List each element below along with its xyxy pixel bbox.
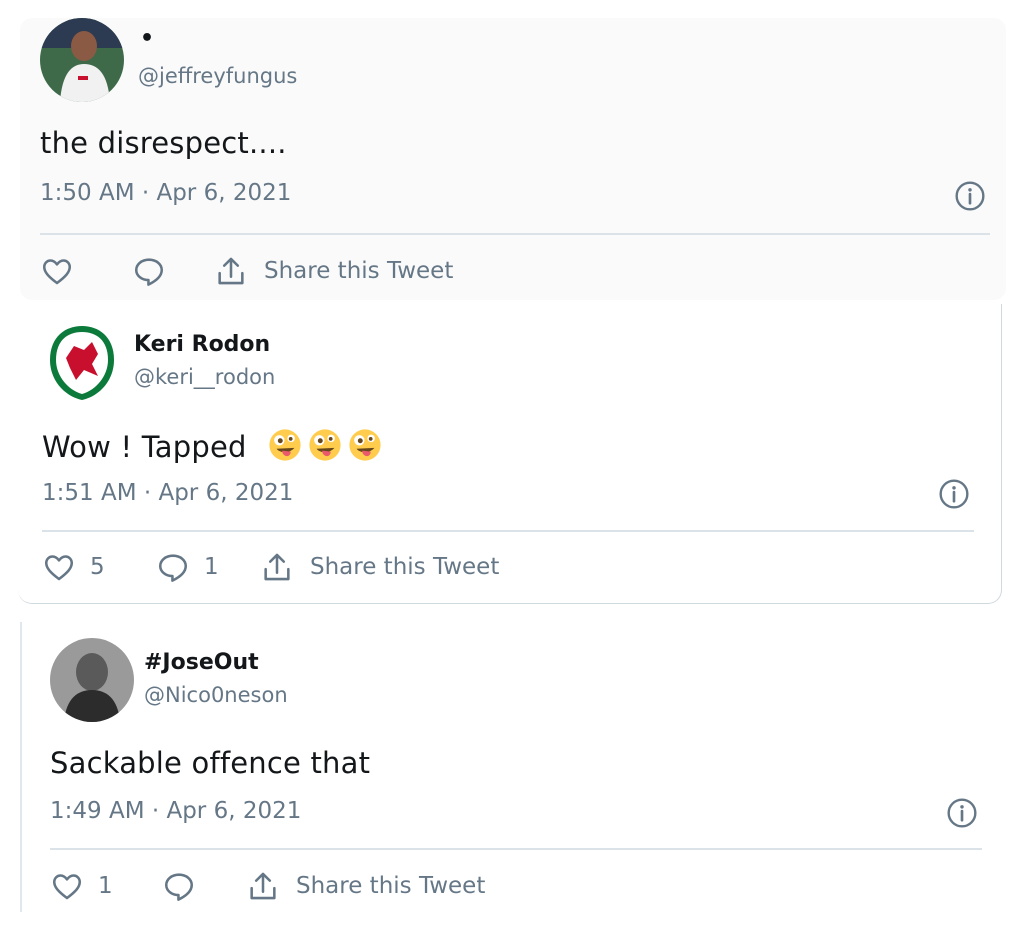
share-label: Share this Tweet — [310, 554, 500, 580]
tweet-card: #JoseOut @Nico0neson Sackable offence th… — [20, 622, 1006, 912]
tweet-text-content: Wow ! Tapped — [42, 430, 247, 464]
reply-count: 1 — [204, 554, 219, 580]
share-label: Share this Tweet — [264, 258, 454, 284]
reply-icon — [156, 550, 190, 584]
tweet-timestamp[interactable]: 1:49 AM · Apr 6, 2021 — [50, 798, 301, 824]
info-icon[interactable] — [946, 797, 978, 829]
divider — [42, 530, 974, 532]
zany-face-emoji-icon — [268, 428, 302, 462]
share-icon — [214, 254, 248, 288]
info-icon[interactable] — [954, 180, 986, 212]
tweet-card: Keri Rodon @keri__rodon Wow ! Tapped 1:5… — [18, 304, 1002, 604]
tweet-actions: Share this Tweet — [40, 254, 453, 288]
heart-icon — [42, 550, 76, 584]
display-name[interactable]: #JoseOut — [144, 650, 259, 675]
heart-icon — [50, 869, 84, 903]
info-icon[interactable] — [938, 478, 970, 510]
display-name[interactable]: • — [140, 26, 154, 51]
share-icon — [260, 550, 294, 584]
like-button[interactable]: 1 — [50, 869, 162, 903]
like-button[interactable] — [40, 254, 132, 288]
divider — [50, 848, 982, 850]
tweet-actions: 1 Share this Tweet — [50, 869, 485, 903]
reply-icon — [162, 869, 196, 903]
tweet-card: • @jeffreyfungus the disrespect.... 1:50… — [20, 18, 1006, 300]
share-icon — [246, 869, 280, 903]
like-button[interactable]: 5 — [42, 550, 156, 584]
tweet-actions: 5 1 Share this Tweet — [42, 550, 499, 584]
zany-face-emoji-icon — [308, 428, 342, 462]
zany-face-emoji-icon — [348, 428, 382, 462]
like-count: 1 — [98, 873, 113, 899]
tweet-text: Sackable offence that — [50, 746, 371, 780]
like-count: 5 — [90, 554, 105, 580]
share-button[interactable]: Share this Tweet — [246, 869, 485, 903]
tweet-text: the disrespect.... — [40, 126, 287, 160]
tweet-timestamp[interactable]: 1:51 AM · Apr 6, 2021 — [42, 480, 293, 506]
avatar[interactable] — [40, 18, 124, 102]
heart-icon — [40, 254, 74, 288]
user-handle[interactable]: @Nico0neson — [144, 683, 288, 707]
avatar[interactable] — [40, 320, 124, 404]
reply-icon — [132, 254, 166, 288]
user-handle[interactable]: @keri__rodon — [134, 365, 275, 389]
share-button[interactable]: Share this Tweet — [214, 254, 453, 288]
user-handle[interactable]: @jeffreyfungus — [138, 64, 297, 88]
tweet-timestamp[interactable]: 1:50 AM · Apr 6, 2021 — [40, 180, 291, 206]
share-label: Share this Tweet — [296, 873, 486, 899]
reply-button[interactable]: 1 — [156, 550, 260, 584]
reply-button[interactable] — [162, 869, 246, 903]
divider — [40, 233, 990, 235]
tweet-text: Wow ! Tapped — [42, 428, 382, 464]
avatar[interactable] — [50, 638, 134, 722]
reply-button[interactable] — [132, 254, 214, 288]
share-button[interactable]: Share this Tweet — [260, 550, 499, 584]
display-name[interactable]: Keri Rodon — [134, 332, 270, 357]
